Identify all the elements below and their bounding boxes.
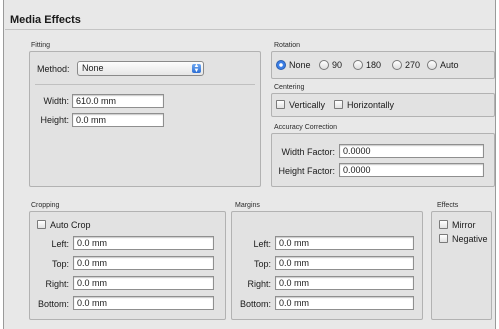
cropping-group-title: Cropping — [31, 202, 60, 209]
margin-top-field[interactable]: 0.0 mm — [275, 256, 414, 270]
height-factor-field[interactable]: 0.0000 — [339, 163, 484, 177]
rotation-90-label: 90 — [332, 60, 343, 70]
margins-group-title: Margins — [235, 202, 260, 209]
effects-group-title: Effects — [437, 202, 459, 209]
accuracy-group-title: Accuracy Correction — [274, 124, 338, 131]
width-label: Width: — [43, 96, 69, 106]
window-border-right — [495, 0, 499, 329]
centering-group-title: Centering — [274, 84, 305, 91]
method-popup-value: None — [82, 63, 104, 73]
rotation-none-label: None — [289, 60, 311, 70]
fitting-group-title: Fitting — [31, 42, 51, 49]
crop-left-field[interactable]: 0.0 mm — [73, 236, 214, 250]
auto-crop-label: Auto Crop — [50, 220, 91, 230]
panel-title: Media Effects — [10, 14, 81, 26]
height-factor-label: Height Factor: — [278, 166, 335, 176]
rotation-180-radio[interactable] — [353, 60, 363, 70]
method-popup[interactable]: None ▲ ▼ — [77, 61, 204, 76]
height-label: Height: — [40, 115, 69, 125]
margin-left-label: Left: — [253, 239, 271, 249]
margin-right-field[interactable]: 0.0 mm — [275, 276, 414, 290]
window-border-left — [0, 0, 4, 329]
vertically-checkbox[interactable] — [276, 100, 285, 109]
popup-arrows-icon: ▲ ▼ — [192, 63, 201, 74]
fitting-separator — [35, 84, 255, 85]
accuracy-group — [271, 133, 495, 187]
rotation-180-label: 180 — [366, 60, 382, 70]
title-divider — [5, 29, 495, 30]
mirror-checkbox[interactable] — [439, 220, 448, 229]
horizontally-label: Horizontally — [347, 100, 395, 110]
mirror-label: Mirror — [452, 220, 476, 230]
width-factor-label: Width Factor: — [281, 147, 335, 157]
rotation-none-radio[interactable] — [276, 60, 286, 70]
rotation-270-radio[interactable] — [392, 60, 402, 70]
crop-left-label: Left: — [51, 239, 69, 249]
margin-bottom-label: Bottom: — [239, 299, 271, 309]
crop-right-label: Right: — [45, 279, 69, 289]
rotation-270-label: 270 — [405, 60, 421, 70]
width-field[interactable]: 610.0 mm — [72, 94, 164, 108]
crop-bottom-label: Bottom: — [37, 299, 69, 309]
crop-bottom-field[interactable]: 0.0 mm — [73, 296, 214, 310]
margin-bottom-field[interactable]: 0.0 mm — [275, 296, 414, 310]
negative-label: Negative — [452, 234, 488, 244]
margin-top-label: Top: — [253, 259, 271, 269]
rotation-group-title: Rotation — [274, 42, 301, 49]
horizontally-checkbox[interactable] — [334, 100, 343, 109]
width-factor-field[interactable]: 0.0000 — [339, 144, 484, 158]
rotation-90-radio[interactable] — [319, 60, 329, 70]
margin-left-field[interactable]: 0.0 mm — [275, 236, 414, 250]
auto-crop-checkbox[interactable] — [37, 220, 46, 229]
method-label: Method: — [37, 64, 70, 74]
vertically-label: Vertically — [289, 100, 326, 110]
negative-checkbox[interactable] — [439, 234, 448, 243]
rotation-auto-label: Auto — [440, 60, 459, 70]
crop-top-field[interactable]: 0.0 mm — [73, 256, 214, 270]
height-field[interactable]: 0.0 mm — [72, 113, 164, 127]
margin-right-label: Right: — [247, 279, 271, 289]
crop-top-label: Top: — [51, 259, 69, 269]
rotation-auto-radio[interactable] — [427, 60, 437, 70]
crop-right-field[interactable]: 0.0 mm — [73, 276, 214, 290]
